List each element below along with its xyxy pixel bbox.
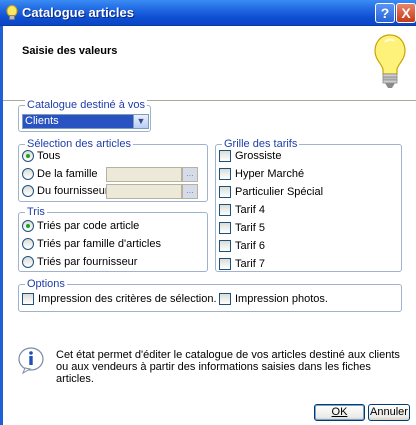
- check-tarif-4[interactable]: Tarif 4: [219, 204, 265, 216]
- checkbox-label: Tarif 6: [235, 240, 265, 252]
- options-legend: Options: [25, 278, 67, 291]
- catalogue-select-value: Clients: [25, 115, 59, 127]
- radio-fournisseur[interactable]: Du fournisseur: [22, 185, 109, 197]
- radio-label: Triés par fournisseur: [37, 256, 138, 268]
- checkbox[interactable]: [22, 293, 34, 305]
- radio-label: Triés par code article: [37, 220, 140, 232]
- checkbox[interactable]: [219, 240, 231, 252]
- cancel-button[interactable]: Annuler: [368, 404, 410, 421]
- help-button[interactable]: ?: [375, 3, 395, 23]
- famille-input[interactable]: [106, 167, 182, 182]
- fournisseur-browse-button[interactable]: ...: [182, 184, 198, 199]
- radio-button[interactable]: [22, 150, 34, 162]
- checkbox[interactable]: [219, 204, 231, 216]
- title-bar[interactable]: Catalogue articles ? X: [0, 0, 416, 26]
- info-icon: [18, 347, 44, 374]
- check-criteres[interactable]: Impression des critères de sélection.: [22, 293, 217, 305]
- page-title: Saisie des valeurs: [22, 45, 118, 57]
- check-tarif-5[interactable]: Tarif 5: [219, 222, 265, 234]
- checkbox[interactable]: [219, 293, 231, 305]
- close-button[interactable]: X: [396, 3, 416, 23]
- checkbox-label: Grossiste: [235, 150, 282, 162]
- lightbulb-icon: [374, 34, 406, 88]
- window-title: Catalogue articles: [22, 5, 134, 20]
- check-tarif-7[interactable]: Tarif 7: [219, 258, 265, 270]
- radio-tri-famille[interactable]: Triés par famille d'articles: [22, 238, 161, 250]
- ok-button-label: OK: [331, 406, 348, 418]
- info-text: Cet état permet d'éditer le catalogue de…: [56, 349, 400, 385]
- fournisseur-input[interactable]: [106, 184, 182, 199]
- radio-tri-fournisseur[interactable]: Triés par fournisseur: [22, 256, 137, 268]
- radio-label: Tous: [37, 150, 61, 162]
- catalogue-select[interactable]: Clients ▼: [22, 114, 149, 129]
- checkbox[interactable]: [219, 258, 231, 270]
- check-hyper-marche[interactable]: Hyper Marché: [219, 168, 304, 180]
- check-tarif-6[interactable]: Tarif 6: [219, 240, 265, 252]
- check-particulier-special[interactable]: Particulier Spécial: [219, 186, 323, 198]
- checkbox[interactable]: [219, 222, 231, 234]
- radio-famille[interactable]: De la famille: [22, 168, 98, 180]
- radio-button[interactable]: [22, 238, 34, 250]
- radio-tri-code[interactable]: Triés par code article: [22, 220, 139, 232]
- radio-label: De la famille: [37, 168, 98, 180]
- checkbox-label: Impression photos.: [235, 293, 328, 305]
- checkbox-label: Particulier Spécial: [235, 186, 324, 198]
- radio-button[interactable]: [22, 168, 34, 180]
- checkbox-label: Tarif 7: [235, 258, 265, 270]
- ok-button[interactable]: OK: [314, 404, 365, 421]
- dialog-window: Catalogue articles ? X Saisie des valeur…: [0, 0, 416, 425]
- checkbox-label: Tarif 5: [235, 222, 265, 234]
- radio-button[interactable]: [22, 185, 34, 197]
- checkbox-label: Impression des critères de sélection.: [38, 293, 217, 305]
- famille-browse-button[interactable]: ...: [182, 167, 198, 182]
- chevron-down-icon[interactable]: ▼: [133, 115, 148, 128]
- catalogue-legend: Catalogue destiné à vos: [25, 99, 148, 112]
- checkbox-label: Tarif 4: [235, 204, 265, 216]
- tris-legend: Tris: [25, 206, 47, 219]
- check-photos[interactable]: Impression photos.: [219, 293, 328, 305]
- radio-tous[interactable]: Tous: [22, 150, 60, 162]
- checkbox[interactable]: [219, 168, 231, 180]
- radio-button[interactable]: [22, 256, 34, 268]
- radio-label: Triés par famille d'articles: [37, 238, 161, 250]
- check-grossiste[interactable]: Grossiste: [219, 150, 281, 162]
- cancel-button-label: Annuler: [370, 406, 408, 418]
- checkbox[interactable]: [219, 150, 231, 162]
- radio-button[interactable]: [22, 220, 34, 232]
- checkbox[interactable]: [219, 186, 231, 198]
- radio-label: Du fournisseur: [37, 185, 109, 197]
- lightbulb-icon: [6, 5, 18, 20]
- checkbox-label: Hyper Marché: [235, 168, 305, 180]
- window-border: [0, 26, 3, 425]
